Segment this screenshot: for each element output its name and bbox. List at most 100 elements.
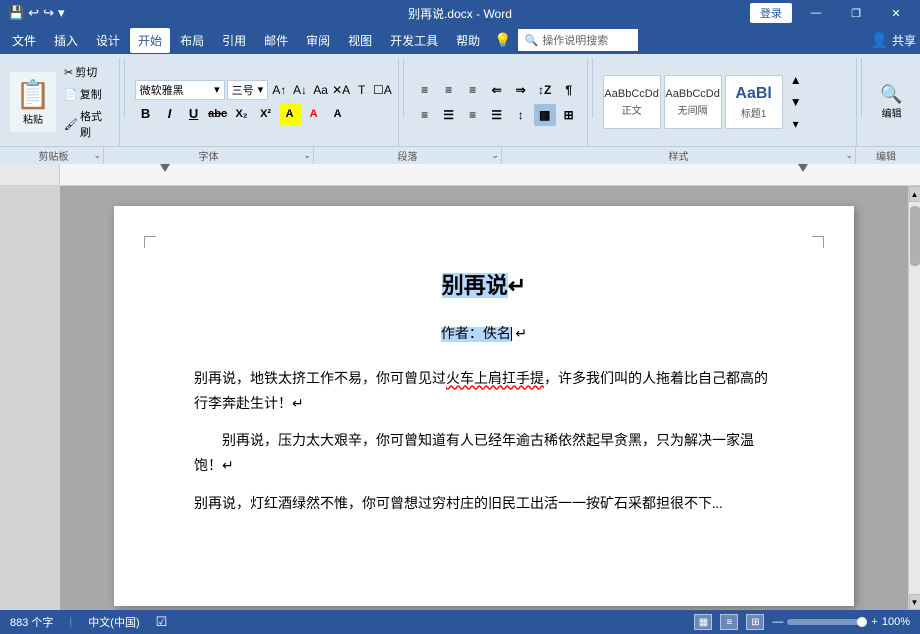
- styles-scroll-up[interactable]: ▲: [786, 70, 806, 90]
- style-heading1[interactable]: AaBl 标题1: [725, 75, 783, 129]
- styles-more[interactable]: ▾: [786, 114, 806, 134]
- underline-button[interactable]: U: [183, 103, 205, 125]
- decrease-indent-button[interactable]: ⇐: [486, 79, 508, 101]
- multilevel-list-button[interactable]: ≡: [462, 79, 484, 101]
- bullets-button[interactable]: ≡: [414, 79, 436, 101]
- share-label[interactable]: 共享: [892, 32, 916, 49]
- cut-button[interactable]: ✂剪切: [60, 62, 113, 82]
- increase-indent-button[interactable]: ⇒: [510, 79, 532, 101]
- style-h1-preview: AaBl: [735, 85, 771, 103]
- copy-button[interactable]: 📄复制: [60, 84, 113, 104]
- align-left-button[interactable]: ≡: [414, 104, 436, 126]
- subscript-button[interactable]: X₂: [231, 103, 253, 125]
- menu-view[interactable]: 视图: [340, 28, 380, 53]
- customize-qat-icon[interactable]: ▾: [58, 5, 65, 21]
- zoom-slider[interactable]: [787, 619, 867, 625]
- help-icon[interactable]: 💡: [494, 32, 511, 49]
- grow-font-button[interactable]: A↑: [270, 80, 289, 100]
- superscript-button[interactable]: X²: [255, 103, 277, 125]
- font-size-selector[interactable]: 三号 ▾: [227, 80, 269, 100]
- style-no-spacing[interactable]: AaBbCcDd 无间隔: [664, 75, 722, 129]
- line-spacing-button[interactable]: ↕: [510, 104, 532, 126]
- menu-home[interactable]: 开始: [130, 28, 170, 53]
- maximize-icon[interactable]: ❐: [840, 0, 872, 26]
- search-box[interactable]: 🔍 操作说明搜索: [518, 29, 638, 51]
- change-case-button[interactable]: Aa: [311, 80, 330, 100]
- ribbon: 📋 粘贴 ✂剪切 📄复制 🖌格式刷 微软雅黑 ▾ 三: [0, 54, 920, 164]
- save-icon[interactable]: 💾: [8, 5, 24, 21]
- clipboard-group-label: 剪贴板: [39, 148, 69, 163]
- read-layout-button[interactable]: ⊞: [746, 614, 764, 630]
- clear-format-button[interactable]: ✕A: [332, 80, 351, 100]
- menu-layout[interactable]: 布局: [172, 28, 212, 53]
- word-count: 883 个字: [10, 614, 53, 630]
- menu-review[interactable]: 审阅: [298, 28, 338, 53]
- print-layout-button[interactable]: ▦: [694, 614, 712, 630]
- border-para-button[interactable]: ⊞: [558, 104, 580, 126]
- ruler-indent-left[interactable]: [160, 164, 170, 172]
- zoom-thumb[interactable]: [857, 617, 867, 627]
- scroll-up-button[interactable]: ▲: [909, 186, 920, 202]
- clipboard-label: 剪贴板 ⌄: [4, 147, 104, 164]
- shading-para-button[interactable]: ▩: [534, 104, 556, 126]
- scrollbar-right: ▲ ▼: [908, 186, 920, 610]
- menu-mailings[interactable]: 邮件: [256, 28, 296, 53]
- ruler-indent-right[interactable]: [798, 164, 808, 172]
- redo-icon[interactable]: ↪: [43, 5, 54, 21]
- language-indicator[interactable]: 中文(中国): [88, 614, 139, 630]
- highlight-button[interactable]: A: [279, 103, 301, 125]
- para-expand-icon[interactable]: ⌄: [491, 150, 499, 161]
- text-cursor: [511, 327, 512, 341]
- ruler-side: [0, 164, 60, 185]
- style-nospace-preview: AaBbCcDd: [665, 88, 719, 100]
- paste-button[interactable]: 📋 粘贴: [10, 72, 56, 132]
- tuen-button[interactable]: T: [352, 80, 371, 100]
- login-button[interactable]: 登录: [750, 3, 792, 23]
- close-icon[interactable]: ✕: [880, 0, 912, 26]
- menu-references[interactable]: 引用: [214, 28, 254, 53]
- align-right-button[interactable]: ≡: [462, 104, 484, 126]
- italic-button[interactable]: I: [159, 103, 181, 125]
- strikethrough-button[interactable]: abc: [207, 103, 229, 125]
- menu-help[interactable]: 帮助: [448, 28, 488, 53]
- scroll-thumb[interactable]: [910, 206, 920, 266]
- sort-button[interactable]: ↕Z: [534, 79, 556, 101]
- menu-design[interactable]: 设计: [88, 28, 128, 53]
- shading-button[interactable]: A: [327, 103, 349, 125]
- find-label: 编辑: [882, 105, 902, 120]
- styles-expand-icon[interactable]: ⌄: [845, 150, 853, 161]
- font-size-value: 三号: [232, 82, 254, 98]
- web-layout-button[interactable]: ≡: [720, 614, 738, 630]
- shrink-font-button[interactable]: A↓: [291, 80, 310, 100]
- numbering-button[interactable]: ≡: [438, 79, 460, 101]
- font-name-selector[interactable]: 微软雅黑 ▾: [135, 80, 225, 100]
- zoom-in-button[interactable]: +: [871, 616, 877, 628]
- format-painter-button[interactable]: 🖌格式刷: [60, 106, 113, 142]
- styles-nav: ▲ ▼ ▾: [786, 70, 806, 134]
- zoom-out-button[interactable]: —: [772, 616, 783, 628]
- scroll-down-button[interactable]: ▼: [909, 594, 920, 610]
- style-nospace-label: 无间隔: [678, 102, 708, 117]
- status-bar: 883 个字 | 中文(中国) ☑ ▦ ≡ ⊞ — + 100%: [0, 610, 920, 634]
- clipboard-expand-icon[interactable]: ⌄: [93, 150, 101, 161]
- border-button[interactable]: ☐A: [373, 80, 392, 100]
- style-normal[interactable]: AaBbCcDd 正文: [603, 75, 661, 129]
- align-center-button[interactable]: ☰: [438, 104, 460, 126]
- justify-button[interactable]: ☰: [486, 104, 508, 126]
- font-expand-icon[interactable]: ⌄: [303, 150, 311, 161]
- styles-scroll-down[interactable]: ▼: [786, 92, 806, 112]
- show-hide-button[interactable]: ¶: [558, 79, 580, 101]
- menu-file[interactable]: 文件: [4, 28, 44, 53]
- paragraph-3: 别再说，灯红酒绿然不惟，你可曾想过穷村庄的旧民工出活一一按矿石采都担很不下...: [194, 492, 774, 517]
- undo-icon[interactable]: ↩: [28, 5, 39, 21]
- minimize-icon[interactable]: —: [800, 0, 832, 26]
- share-icon[interactable]: 👤: [871, 32, 888, 49]
- menu-developer[interactable]: 开发工具: [382, 28, 446, 53]
- find-button[interactable]: 🔍 编辑: [872, 75, 912, 129]
- author-text: 作者：佚名: [441, 327, 511, 342]
- paragraph-group: ≡ ≡ ≡ ⇐ ⇒ ↕Z ¶ ≡ ☰ ≡ ☰ ↕ ▩ ⊞: [408, 58, 588, 146]
- font-name-arrow: ▾: [214, 83, 220, 96]
- menu-insert[interactable]: 插入: [46, 28, 86, 53]
- bold-button[interactable]: B: [135, 103, 157, 125]
- font-color-button[interactable]: A: [303, 103, 325, 125]
